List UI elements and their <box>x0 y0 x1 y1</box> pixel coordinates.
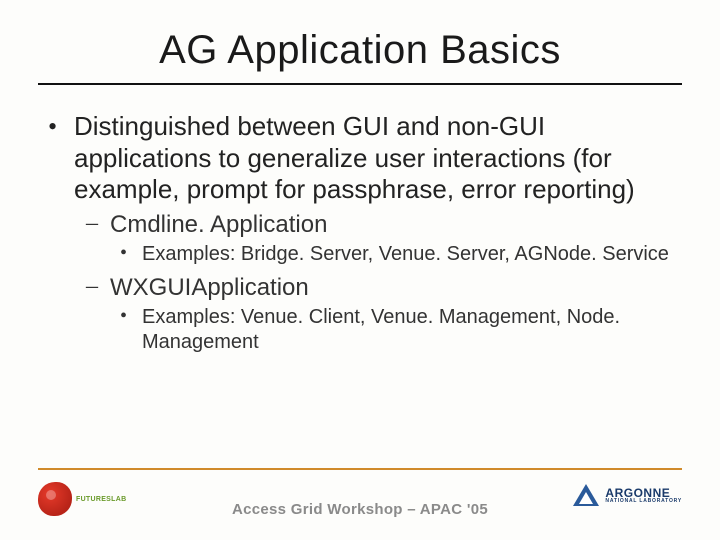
bullet-text: Cmdline. Application <box>110 210 327 240</box>
slide-content: • Distinguished between GUI and non-GUI … <box>38 111 682 468</box>
logo-text: ARGONNE NATIONAL LABORATORY <box>605 487 682 504</box>
bullet-text: Distinguished between GUI and non-GUI ap… <box>74 111 676 206</box>
logo-big-text: ARGONNE <box>605 487 682 499</box>
triangle-icon <box>573 484 599 506</box>
footer-text: Access Grid Workshop – APAC '05 <box>232 501 488 518</box>
logo-small-text: NATIONAL LABORATORY <box>605 499 682 504</box>
argonne-logo: ARGONNE NATIONAL LABORATORY <box>573 484 682 506</box>
bullet-dot-icon: • <box>120 305 142 355</box>
footer-divider <box>38 468 682 470</box>
bullet-text: WXGUIApplication <box>110 273 309 303</box>
bullet-level3: • Examples: Venue. Client, Venue. Manage… <box>120 305 676 355</box>
title-divider <box>38 83 682 85</box>
dash-icon: – <box>86 273 110 303</box>
bullet-dot-icon: • <box>120 242 142 267</box>
bullet-level1: • Distinguished between GUI and non-GUI … <box>44 111 676 206</box>
slide-footer: FUTURESLAB Access Grid Workshop – APAC '… <box>38 478 682 540</box>
slide-title: AG Application Basics <box>38 28 682 73</box>
logo-label: FUTURESLAB <box>76 496 126 503</box>
bullet-text: Examples: Bridge. Server, Venue. Server,… <box>142 242 669 267</box>
futureslab-logo: FUTURESLAB <box>38 482 126 516</box>
bullet-dot-icon: • <box>44 111 74 206</box>
slide: AG Application Basics • Distinguished be… <box>0 0 720 540</box>
bullet-level3: • Examples: Bridge. Server, Venue. Serve… <box>120 242 676 267</box>
logo-blob-icon <box>38 482 72 516</box>
bullet-text: Examples: Venue. Client, Venue. Manageme… <box>142 305 676 355</box>
bullet-level2: – WXGUIApplication <box>86 273 676 303</box>
dash-icon: – <box>86 210 110 240</box>
bullet-level2: – Cmdline. Application <box>86 210 676 240</box>
